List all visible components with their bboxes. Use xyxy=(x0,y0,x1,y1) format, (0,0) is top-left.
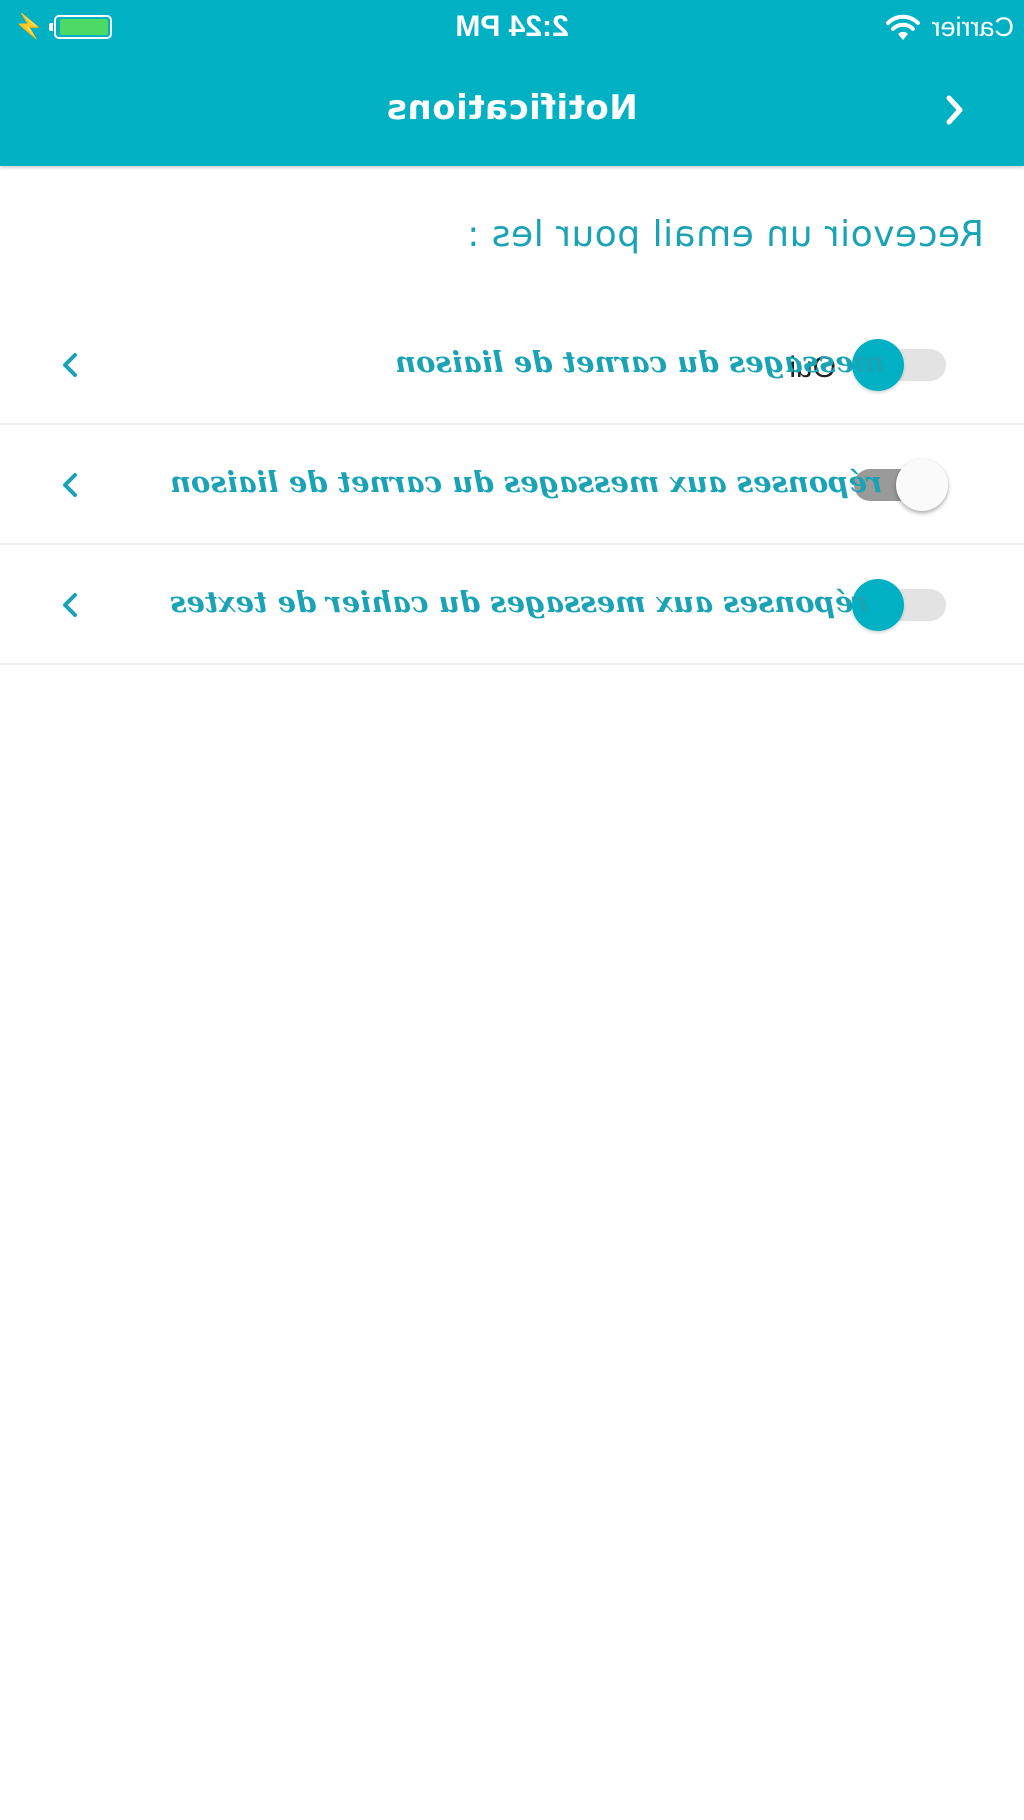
row-label: messages du carnet de liaison xyxy=(395,345,885,379)
battery-level xyxy=(59,18,108,35)
charging-bolt-icon: ⚡ xyxy=(14,13,44,40)
navigation-bar: Notifications xyxy=(0,52,1024,166)
section-title: Recevoir un email pour les : xyxy=(466,214,984,255)
clock: 2:24 PM xyxy=(455,10,569,43)
toggle-knob xyxy=(896,459,948,511)
row-label: réponses aux messages du carnet de liais… xyxy=(170,465,883,499)
list-item[interactable]: réponses aux messages du cahier de texte… xyxy=(0,545,1024,665)
battery: ⚡ xyxy=(14,12,112,41)
chevron-right-icon xyxy=(52,467,88,503)
notification-list: Oui messages du carnet de liaison répons… xyxy=(0,305,1024,665)
top-bar: Carrier 2:24 PM ⚡ Notifications xyxy=(0,0,1024,166)
page-title: Notifications xyxy=(386,88,638,128)
chevron-right-icon xyxy=(52,347,88,383)
screen: Carrier 2:24 PM ⚡ Notifications Recevoir… xyxy=(0,0,1024,1820)
battery-icon xyxy=(53,14,112,39)
list-item[interactable]: Oui messages du carnet de liaison xyxy=(0,305,1024,425)
chevron-right-icon xyxy=(52,587,88,623)
list-item[interactable]: réponses aux messages du carnet de liais… xyxy=(0,425,1024,545)
status-bar: Carrier 2:24 PM ⚡ xyxy=(0,0,1024,52)
row-label: réponses aux messages du cahier de texte… xyxy=(170,585,869,619)
